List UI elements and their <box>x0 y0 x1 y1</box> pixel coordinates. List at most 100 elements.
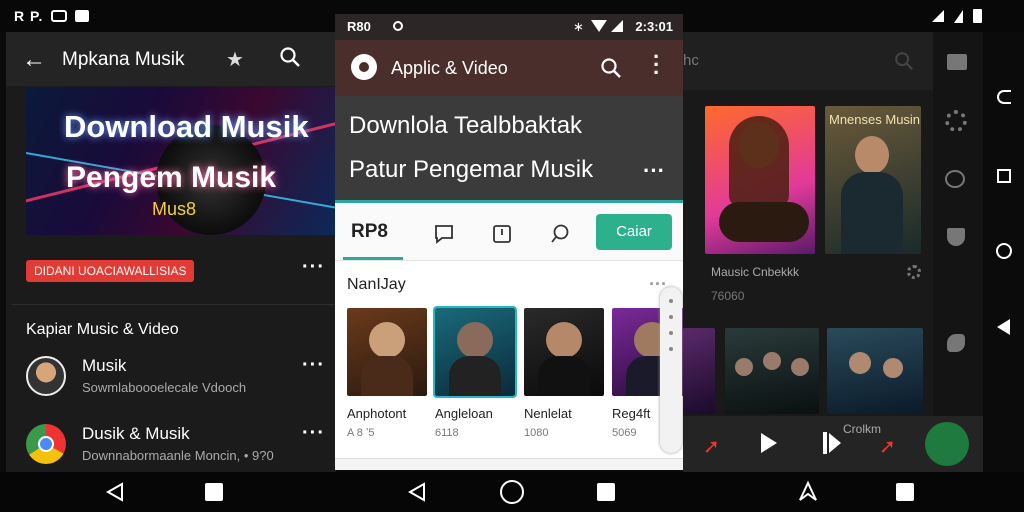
right-app-window: hc Mnenses Musin Mausic Cnbekkk 7‍6060 ➚ <box>683 32 983 472</box>
middle-app-title: Applic & Video <box>391 58 508 78</box>
search-button[interactable]: Caiar <box>596 214 672 250</box>
chat-icon[interactable] <box>945 170 965 188</box>
repeat-icon[interactable]: ➚ <box>879 434 896 459</box>
settings-icon[interactable] <box>907 265 921 279</box>
shield-icon[interactable] <box>947 228 965 246</box>
player-bar: ➚ Crolkm ➚ <box>683 416 983 472</box>
search-icon[interactable] <box>599 56 623 80</box>
gallery-icon <box>75 10 90 22</box>
notification-icon <box>51 10 68 22</box>
more-options-icon[interactable]: ··· <box>302 256 325 279</box>
promo-banner[interactable]: Download Musik Pengem Musik Mus8 <box>26 87 340 235</box>
band-member-face <box>883 358 903 378</box>
back-triangle-icon[interactable] <box>997 319 1010 335</box>
album-meta: 7‍6060 <box>711 289 745 303</box>
band-photo[interactable] <box>827 328 923 414</box>
artist-body <box>361 356 413 396</box>
album-title: Nenlelat <box>524 406 572 421</box>
right-side-rail <box>933 32 983 472</box>
list-item[interactable]: Musik Sowmlaboooelecale Vdooch ··· <box>26 354 336 400</box>
album-cover <box>347 308 427 396</box>
album-meta: 6118 <box>435 427 459 439</box>
recents-icon[interactable] <box>205 483 223 501</box>
puzzle-icon[interactable] <box>947 334 965 352</box>
system-nav-rail <box>983 32 1024 472</box>
album-card[interactable]: Nenlelat 1080 <box>524 308 604 439</box>
next-icon-triangle[interactable] <box>829 433 841 453</box>
search-tab-icon[interactable] <box>549 223 571 245</box>
comment-icon[interactable] <box>433 223 455 245</box>
album-cover <box>524 308 604 396</box>
more-options-icon[interactable]: ··· <box>643 158 665 184</box>
recents-icon[interactable] <box>597 483 615 501</box>
album-cover[interactable]: Mnenses Musin <box>825 106 921 254</box>
system-nav-bar <box>0 472 1024 512</box>
band-photo[interactable] <box>725 328 819 414</box>
list-item-subtitle: Sowmlaboooelecale Vdooch <box>82 380 247 395</box>
divider <box>12 304 336 305</box>
overflow-menu-icon[interactable]: · · · <box>653 46 660 84</box>
status-text: R P. <box>14 8 44 24</box>
play-icon[interactable] <box>761 433 777 453</box>
more-options-icon[interactable]: ··· <box>302 422 325 445</box>
app-logo-icon <box>351 54 377 80</box>
poster-title: Mnenses Musin <box>829 112 921 127</box>
middle-status-time: 2:3:01 <box>635 19 673 34</box>
cast-icon[interactable]: ★ <box>226 47 244 72</box>
artist-face <box>457 322 493 358</box>
hero-headline-1: Downlola Tealbbaktak <box>349 112 583 139</box>
album-cover[interactable] <box>705 106 815 254</box>
search-icon[interactable] <box>278 45 302 69</box>
artist-face <box>369 322 405 358</box>
home-icon[interactable] <box>996 243 1012 259</box>
artist-face <box>546 322 582 358</box>
settings-icon[interactable] <box>945 110 967 132</box>
album-title: Anphotont <box>347 406 407 421</box>
avatar <box>26 356 66 396</box>
album-title: Angleloan <box>435 406 493 421</box>
artist-hair <box>729 116 789 206</box>
search-icon[interactable] <box>893 50 915 72</box>
right-app-title: hc <box>683 52 699 69</box>
album-card[interactable]: Anphotont A 8 ʼ5 <box>347 308 427 439</box>
next-icon[interactable] <box>823 432 827 454</box>
artist-body <box>449 356 501 396</box>
bluetooth-icon: ∗ <box>573 19 584 34</box>
fast-scroll-handle[interactable] <box>660 287 682 453</box>
battery-icon <box>973 9 982 23</box>
banner-line-1: Download Musik <box>64 109 309 144</box>
artist-face <box>855 136 889 174</box>
list-item[interactable]: Dusik & Musik Downnabormaanle Moncin, • … <box>26 422 336 468</box>
mail-icon[interactable] <box>947 54 967 70</box>
equalizer-fab[interactable] <box>925 422 969 466</box>
guitar <box>719 202 809 242</box>
middle-status-bar: R80 ∗ 2:3:01 <box>335 14 683 40</box>
band-member-face <box>735 358 753 376</box>
add-note-icon[interactable] <box>491 223 513 245</box>
band-member-face <box>849 352 871 374</box>
prev-icon[interactable]: ➚ <box>703 434 720 459</box>
album-card[interactable]: Angleloan 6118 <box>433 306 517 439</box>
tab-bar: RP8 Caiar <box>335 203 683 261</box>
status-bar-right <box>932 9 982 23</box>
back-icon[interactable] <box>104 481 126 503</box>
back-icon[interactable] <box>997 90 1011 104</box>
back-icon[interactable] <box>406 481 428 503</box>
red-tag-pill[interactable]: DIDANI UOACIAWALLISIAS <box>26 260 195 282</box>
navigation-arrow-icon[interactable] <box>796 480 820 504</box>
band-member-face <box>763 352 781 370</box>
home-icon[interactable] <box>500 480 524 504</box>
list-item-title: Dusik & Musik <box>82 424 190 443</box>
hero-headline-2: Patur Pengemar Musik <box>349 156 594 183</box>
banner-line-3: Mus8 <box>152 199 197 219</box>
recents-icon[interactable] <box>997 169 1011 183</box>
active-tab-indicator <box>343 257 403 260</box>
band-photo[interactable] <box>683 328 715 414</box>
list-item-title: Musik <box>82 356 127 375</box>
recents-icon[interactable] <box>896 483 914 501</box>
album-caption: Mausic Cnbekkk <box>711 265 800 279</box>
more-options-icon[interactable]: ··· <box>302 354 325 377</box>
tab-rp8[interactable]: RP8 <box>351 221 388 243</box>
back-arrow-icon[interactable]: ← <box>22 46 46 74</box>
list-item-subtitle-text: Downnabormaanle Moncin, <box>82 448 241 463</box>
